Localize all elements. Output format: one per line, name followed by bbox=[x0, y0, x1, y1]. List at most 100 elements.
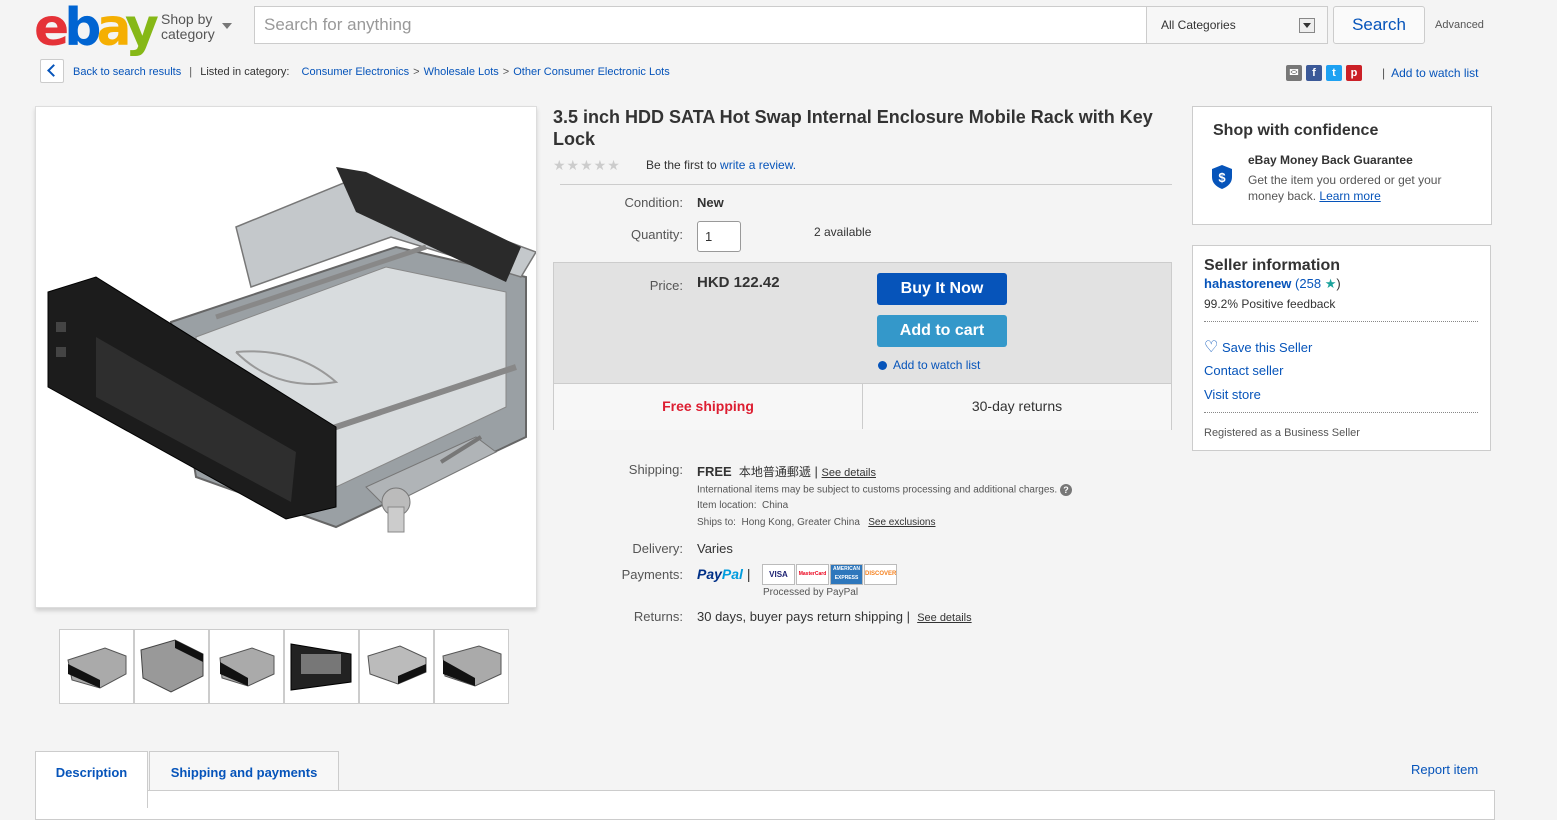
divider bbox=[1204, 412, 1478, 413]
visa-icon: VISA bbox=[762, 564, 795, 585]
seller-name-link[interactable]: hahastorenew bbox=[1204, 276, 1291, 291]
shipping-see-details-link[interactable]: See details bbox=[822, 467, 876, 479]
dropdown-arrow-icon[interactable] bbox=[1299, 18, 1315, 33]
shipping-method: 本地普通郵遞 bbox=[738, 465, 811, 479]
thumbnail-3[interactable] bbox=[209, 629, 284, 704]
shipping-free: FREE bbox=[697, 464, 732, 479]
thumbnail-image bbox=[290, 643, 352, 691]
ships-to: Ships to: Hong Kong, Greater China See e… bbox=[697, 517, 936, 528]
write-review-link[interactable]: write a review. bbox=[720, 158, 796, 172]
card-logos: VISA MasterCardAMERICAN EXPRESSDISCOVER bbox=[762, 564, 898, 585]
pinterest-icon[interactable]: p bbox=[1346, 65, 1362, 81]
back-arrow-icon[interactable] bbox=[40, 59, 64, 83]
breadcrumb-item-other-lots[interactable]: Other Consumer Electronic Lots bbox=[513, 66, 670, 78]
delivery-value: Varies bbox=[697, 541, 733, 556]
feedback-score-link[interactable]: (258 bbox=[1295, 276, 1321, 291]
intl-note-text: International items may be subject to cu… bbox=[697, 484, 1058, 496]
thumbnail-6[interactable] bbox=[434, 629, 509, 704]
star-icon: ★ bbox=[1324, 276, 1337, 291]
quantity-label: Quantity: bbox=[630, 227, 683, 242]
quantity-input[interactable]: 1 bbox=[697, 221, 741, 252]
search-input[interactable] bbox=[255, 7, 1143, 43]
learn-more-link[interactable]: Learn more bbox=[1319, 189, 1380, 203]
shield-icon: $ bbox=[1211, 164, 1233, 195]
available-count: 2 available bbox=[814, 225, 872, 239]
product-title: 3.5 inch HDD SATA Hot Swap Internal Encl… bbox=[553, 107, 1153, 149]
category-select-value: All Categories bbox=[1161, 18, 1236, 32]
email-icon[interactable]: ✉ bbox=[1286, 65, 1302, 81]
intl-note: International items may be subject to cu… bbox=[697, 484, 1072, 496]
advanced-search-link[interactable]: Advanced bbox=[1435, 19, 1484, 31]
save-seller-label: Save this Seller bbox=[1221, 340, 1313, 355]
returns-badge: 30-day returns bbox=[862, 383, 1171, 429]
price-label: Price: bbox=[649, 278, 683, 293]
positive-feedback: 99.2% Positive feedback bbox=[1204, 297, 1336, 311]
thumbnail-5[interactable] bbox=[359, 629, 434, 704]
logo-letter: b bbox=[64, 0, 101, 58]
chevron-down-icon[interactable] bbox=[222, 23, 232, 29]
ebay-logo[interactable]: ebay bbox=[34, 2, 159, 54]
report-item-link[interactable]: Report item bbox=[1411, 762, 1478, 777]
discover-icon: DISCOVER bbox=[864, 564, 897, 585]
visit-store-link[interactable]: Visit store bbox=[1204, 387, 1261, 402]
help-icon[interactable]: ? bbox=[1059, 484, 1072, 496]
item-location-label: Item location: bbox=[697, 500, 757, 511]
seller-info-title: Seller information bbox=[1204, 257, 1341, 274]
rating-stars[interactable]: ★★★★★ bbox=[553, 157, 621, 174]
shield-svg: $ bbox=[1212, 165, 1232, 189]
returns-text: 30 days, buyer pays return shipping bbox=[697, 609, 903, 624]
facebook-icon[interactable]: f bbox=[1306, 65, 1322, 81]
shop-by-label: Shop by bbox=[161, 11, 213, 27]
hdd-rack-image bbox=[47, 167, 538, 533]
delivery-label: Delivery: bbox=[632, 541, 683, 556]
see-exclusions-link[interactable]: See exclusions bbox=[868, 517, 935, 528]
svg-text:$: $ bbox=[1218, 170, 1226, 185]
price-value: HKD 122.42 bbox=[697, 274, 780, 291]
thumbnail-2[interactable] bbox=[134, 629, 209, 704]
add-to-watch-list-button[interactable]: Add to watch list bbox=[878, 358, 980, 372]
thumbnail-4[interactable] bbox=[284, 629, 359, 704]
thumbnail-image bbox=[219, 647, 275, 687]
heart-icon: ♡ bbox=[1204, 339, 1219, 356]
logo-letter: a bbox=[96, 0, 130, 58]
add-to-watch-list-link[interactable]: Add to watch list bbox=[1391, 66, 1478, 80]
watch-list-top: | Add to watch list bbox=[1382, 66, 1479, 80]
breadcrumb-item-consumer-electronics[interactable]: Consumer Electronics bbox=[302, 66, 410, 78]
logo-letter: e bbox=[34, 0, 69, 58]
amex-icon: AMERICAN EXPRESS bbox=[830, 564, 863, 585]
buy-it-now-button[interactable]: Buy It Now bbox=[877, 273, 1007, 305]
back-to-results-link[interactable]: Back to search results bbox=[73, 66, 181, 78]
item-location: Item location: China bbox=[697, 500, 788, 511]
add-to-cart-button[interactable]: Add to cart bbox=[877, 315, 1007, 347]
returns-value: 30 days, buyer pays return shipping | Se… bbox=[697, 609, 972, 624]
logo-letter: y bbox=[125, 0, 159, 58]
add-to-watch-list-label: Add to watch list bbox=[893, 358, 981, 372]
shipping-label: Shipping: bbox=[628, 462, 683, 477]
returns-see-details-link[interactable]: See details bbox=[917, 612, 971, 624]
tab-shipping-payments[interactable]: Shipping and payments bbox=[149, 751, 339, 791]
twitter-icon[interactable]: t bbox=[1326, 65, 1342, 81]
payments-label: Payments: bbox=[621, 567, 683, 582]
search-button[interactable]: Search bbox=[1333, 6, 1425, 44]
thumbnail-1[interactable] bbox=[59, 629, 134, 704]
ships-to-value: Hong Kong, Greater China bbox=[741, 517, 860, 528]
feedback-score-close: ) bbox=[1336, 276, 1341, 291]
seller-name-row: hahastorenew (258 ★) bbox=[1204, 276, 1341, 292]
breadcrumb-separator: > bbox=[413, 66, 420, 78]
report-item-label: Report item bbox=[1411, 762, 1479, 777]
contact-seller-link[interactable]: Contact seller bbox=[1204, 363, 1283, 378]
breadcrumb-item-wholesale-lots[interactable]: Wholesale Lots bbox=[424, 66, 499, 78]
tab-description[interactable]: Description bbox=[35, 751, 148, 808]
visit-store-label: Visit store bbox=[1204, 387, 1261, 402]
guarantee-title: eBay Money Back Guarantee bbox=[1248, 153, 1413, 167]
main-product-image[interactable] bbox=[35, 106, 538, 608]
review-prompt-text: Be the first to bbox=[646, 158, 717, 172]
shop-by-category-button[interactable]: Shop by category bbox=[161, 12, 215, 42]
item-location-value: China bbox=[762, 500, 789, 511]
mastercard-icon: MasterCard bbox=[796, 564, 829, 585]
review-prompt: Be the first to write a review. bbox=[646, 158, 796, 172]
ships-to-label: Ships to: bbox=[697, 517, 736, 528]
guarantee-text-2-label: money back. bbox=[1248, 189, 1317, 203]
save-seller-button[interactable]: ♡ Save this Seller bbox=[1204, 337, 1312, 357]
share-icons: ✉ f t p bbox=[1286, 65, 1366, 83]
